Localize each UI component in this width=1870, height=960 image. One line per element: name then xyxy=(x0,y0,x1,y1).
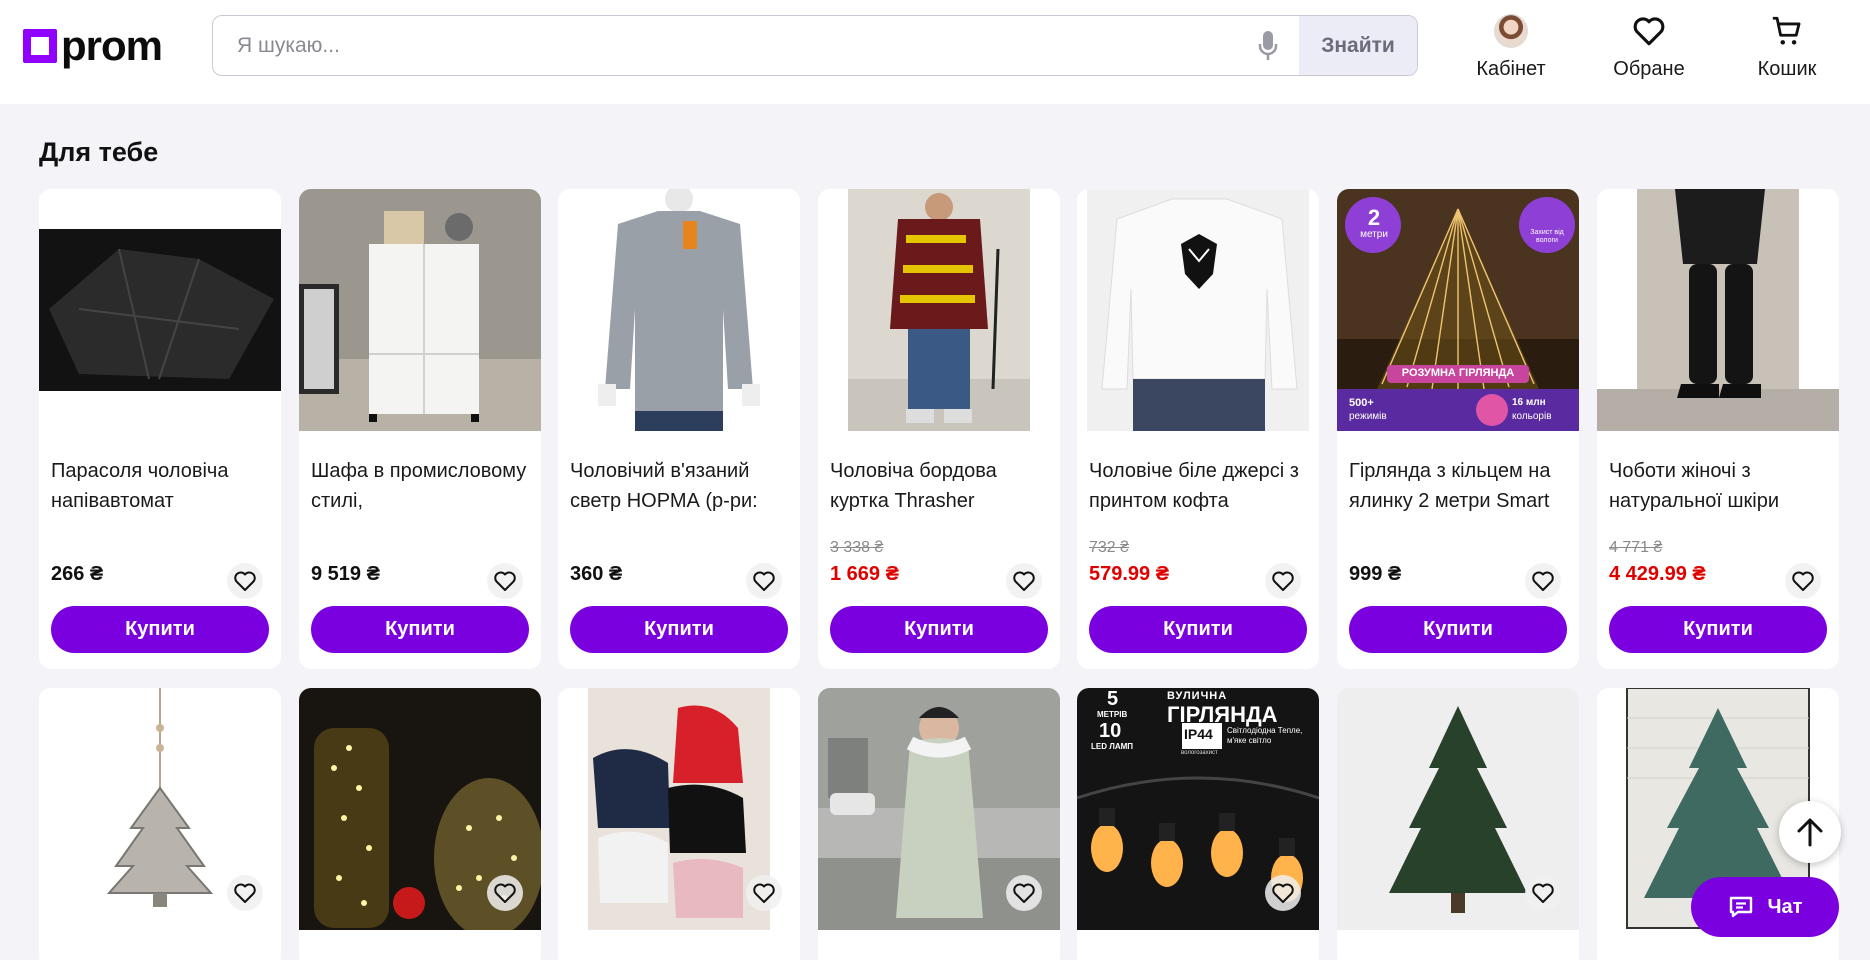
product-title[interactable]: Шафа в промисловому стилі, xyxy=(311,456,531,516)
street-garland-line1: ВУЛИЧНА xyxy=(1167,690,1228,702)
product-image-boots[interactable] xyxy=(1597,189,1839,431)
section-title: Для тебе xyxy=(39,137,159,167)
product-card[interactable]: Парасоля чоловіча напівавтомат 266 ₴ Куп… xyxy=(39,189,281,669)
search-bar: Знайти xyxy=(212,15,1418,76)
product-sale-price: 4 429.99 ₴ xyxy=(1609,563,1706,585)
garland-banner: РОЗУМНА ГІРЛЯНДА xyxy=(1401,367,1515,379)
garland-modes-label: режимів xyxy=(1349,411,1387,422)
garland-colors-num: 16 млн xyxy=(1512,397,1546,408)
top-header: prom Знайти Кабінет Обране Кошик xyxy=(0,0,1870,104)
cart-label: Кошик xyxy=(1757,58,1817,80)
cart-icon xyxy=(1770,12,1804,50)
street-garland-ip: IP44 xyxy=(1184,726,1213,742)
favorite-heart-icon[interactable] xyxy=(487,875,523,911)
prom-logo[interactable]: prom xyxy=(23,22,163,69)
chat-label: Чат xyxy=(1767,895,1803,918)
buy-button[interactable]: Купити xyxy=(1349,606,1567,653)
logo-square-icon xyxy=(23,29,57,63)
chat-button[interactable]: Чат xyxy=(1691,877,1839,937)
cabinet-link[interactable]: Кабінет xyxy=(1451,12,1571,84)
favorite-heart-icon[interactable] xyxy=(1006,563,1042,599)
favorite-heart-icon[interactable] xyxy=(746,563,782,599)
product-image-sweater[interactable] xyxy=(558,189,800,431)
product-card[interactable]: Чоботи жіночі з натуральної шкіри 4 771 … xyxy=(1597,189,1839,669)
street-garland-meters: 5 xyxy=(1107,688,1119,710)
product-title[interactable]: Парасоля чоловіча напівавтомат xyxy=(51,456,271,516)
avatar xyxy=(1494,14,1528,48)
product-card[interactable]: 2 метри Захист від вологи РОЗУМНА ГІРЛЯН… xyxy=(1337,189,1579,669)
heart-icon xyxy=(1632,12,1666,50)
favorite-heart-icon[interactable] xyxy=(1525,563,1561,599)
product-image-umbrella[interactable] xyxy=(39,189,281,431)
product-card[interactable] xyxy=(818,688,1060,960)
buy-button[interactable]: Купити xyxy=(1609,606,1827,653)
product-title[interactable]: Чоловіче біле джерсі з принтом кофта xyxy=(1089,456,1309,516)
product-title[interactable]: Чоботи жіночі з натуральної шкіри xyxy=(1609,456,1829,516)
garland-water-badge: Захист від вологи xyxy=(1530,229,1564,244)
search-button[interactable]: Знайти xyxy=(1299,16,1417,75)
product-image-jacket[interactable] xyxy=(818,189,1060,431)
old-price: 732 ₴ xyxy=(1089,539,1130,556)
buy-button[interactable]: Купити xyxy=(570,606,788,653)
cabinet-label: Кабінет xyxy=(1476,58,1546,80)
favorite-heart-icon[interactable] xyxy=(1525,875,1561,911)
product-title[interactable]: Гірлянда з кільцем на ялинку 2 метри Sma… xyxy=(1349,456,1569,516)
chat-icon xyxy=(1729,896,1752,918)
buy-button[interactable]: Купити xyxy=(311,606,529,653)
product-card[interactable]: Чоловічий в'язаний светр НОРМА (р-ри: 36… xyxy=(558,189,800,669)
product-price: 266 ₴ xyxy=(51,563,104,585)
buy-button[interactable]: Купити xyxy=(1089,606,1307,653)
product-price: 360 ₴ xyxy=(570,563,623,585)
cart-link[interactable]: Кошик xyxy=(1727,12,1847,84)
buy-button[interactable]: Купити xyxy=(51,606,269,653)
favorite-heart-icon[interactable] xyxy=(746,875,782,911)
product-sale-price: 1 669 ₴ xyxy=(830,563,899,585)
favorite-heart-icon[interactable] xyxy=(1785,563,1821,599)
microphone-icon[interactable] xyxy=(1237,16,1299,75)
garland-length-badge: 2 xyxy=(1367,205,1381,230)
product-image-cabinet[interactable] xyxy=(299,189,541,431)
product-price: 9 519 ₴ xyxy=(311,563,380,585)
logo-text: prom xyxy=(61,22,163,69)
product-card[interactable] xyxy=(299,688,541,960)
old-price: 3 338 ₴ xyxy=(830,539,884,556)
product-title[interactable]: Чоловічий в'язаний светр НОРМА (р-ри: xyxy=(570,456,790,516)
favorites-link[interactable]: Обране xyxy=(1589,12,1709,84)
garland-colors-label: кольорів xyxy=(1512,411,1552,422)
favorite-heart-icon[interactable] xyxy=(1265,875,1301,911)
favorite-heart-icon[interactable] xyxy=(1265,563,1301,599)
product-image-white-sweatshirt[interactable] xyxy=(1077,189,1319,431)
favorite-heart-icon[interactable] xyxy=(227,563,263,599)
buy-button[interactable]: Купити xyxy=(830,606,1048,653)
product-card[interactable] xyxy=(558,688,800,960)
old-price: 4 771 ₴ xyxy=(1609,539,1663,556)
product-image-garland[interactable]: 2 метри Захист від вологи РОЗУМНА ГІРЛЯН… xyxy=(1337,189,1579,431)
street-garland-lamps-unit: LED ЛАМП xyxy=(1091,742,1134,751)
product-card[interactable]: ВУЛИЧНА ГІРЛЯНДА 5 МЕТРІВ 10 LED ЛАМП IP… xyxy=(1077,688,1319,960)
product-card[interactable]: Чоловіча бордова куртка Thrasher 3 338 ₴… xyxy=(818,189,1060,669)
favorites-label: Обране xyxy=(1613,58,1685,80)
product-card[interactable] xyxy=(1337,688,1579,960)
arrow-up-icon xyxy=(1797,818,1823,847)
product-title[interactable]: Чоловіча бордова куртка Thrasher xyxy=(830,456,1050,516)
street-garland-meters-unit: МЕТРІВ xyxy=(1097,710,1128,719)
product-card[interactable] xyxy=(39,688,281,960)
street-garland-desc: Світлодіодна Тепле, м'яке світло xyxy=(1227,726,1303,745)
search-input[interactable] xyxy=(213,16,1237,75)
garland-length-unit: метри xyxy=(1360,229,1388,240)
favorite-heart-icon[interactable] xyxy=(227,875,263,911)
product-card[interactable]: Чоловіче біле джерсі з принтом кофта 732… xyxy=(1077,189,1319,669)
street-garland-line2: ГІРЛЯНДА xyxy=(1167,702,1278,727)
favorite-heart-icon[interactable] xyxy=(1006,875,1042,911)
garland-modes-num: 500+ xyxy=(1349,397,1374,409)
street-garland-ip-sub: вологозахист xyxy=(1181,750,1218,756)
favorite-heart-icon[interactable] xyxy=(487,563,523,599)
scroll-to-top-button[interactable] xyxy=(1779,801,1841,863)
product-card[interactable]: Шафа в промисловому стилі, 9 519 ₴ Купит… xyxy=(299,189,541,669)
street-garland-lamps: 10 xyxy=(1099,720,1122,742)
product-price: 999 ₴ xyxy=(1349,563,1402,585)
product-sale-price: 579.99 ₴ xyxy=(1089,563,1170,585)
